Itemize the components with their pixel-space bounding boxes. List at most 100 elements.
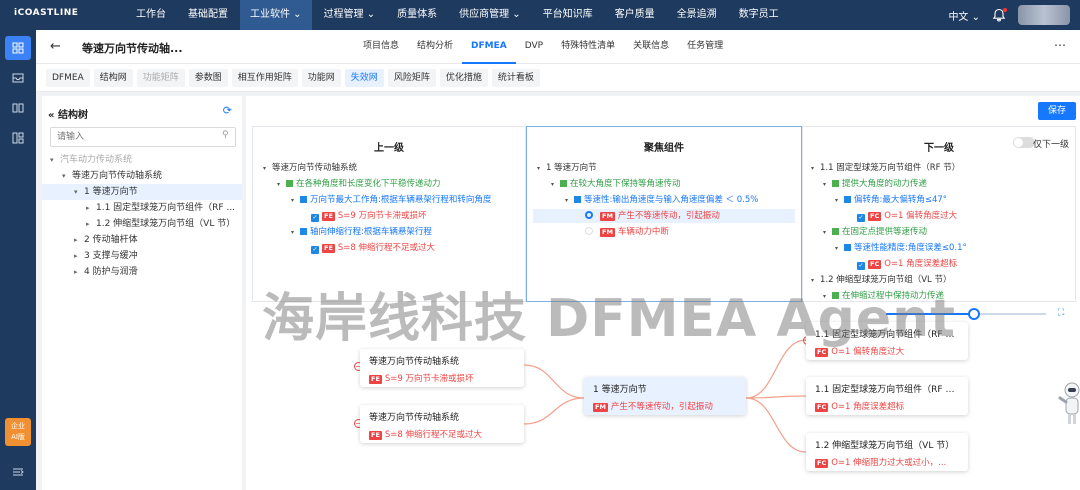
graph-card-effect-1-failure-text: S=9 万向节卡滞或损坏 xyxy=(384,374,474,384)
graph-card-cause-3-title: 1.2 伸缩型球笼万向节组（VL 节） xyxy=(815,441,955,451)
graph-card-focus-failure-text: 产生不等速传动，引起振动 xyxy=(610,402,713,412)
nav-item-base-config[interactable]: 基础配置 xyxy=(178,0,238,30)
language-select[interactable]: 中文 ⌄ xyxy=(948,8,980,23)
tab-task-management[interactable]: 任务管理 xyxy=(678,30,732,64)
collapse-panel-icon[interactable]: « xyxy=(48,110,54,121)
fe-badge: FE xyxy=(369,430,382,440)
graph-card-cause-1[interactable]: 1.1 固定型球笼万向节组件（RF 节... FC O=1 偏转角度过大 xyxy=(806,322,968,360)
caret-right-icon[interactable]: ▸ xyxy=(74,232,84,248)
caret-right-icon[interactable]: ▸ xyxy=(74,248,84,264)
graph-card-focus-mode[interactable]: 1 等速万向节 FM 产生不等速传动，引起振动 xyxy=(584,377,746,415)
tab-dfmea[interactable]: DFMEA xyxy=(462,30,516,64)
fc-badge: FC xyxy=(815,402,829,412)
subtab-parameter-diagram[interactable]: 参数图 xyxy=(188,69,228,87)
enterprise-ai-label-2: AI版 xyxy=(11,433,25,441)
graph-card-effect-1-title: 等速万向节传动轴系统 xyxy=(369,357,460,367)
sub-tabs: DFMEA 结构网 功能矩阵 参数图 相互作用矩阵 功能网 失效网 风险矩阵 优… xyxy=(46,69,540,87)
graph-card-cause-2-failure-text: O=1 角度误差超标 xyxy=(831,402,905,412)
subtab-dfmea[interactable]: DFMEA xyxy=(46,69,90,87)
robot-assistant-icon[interactable] xyxy=(1058,380,1080,430)
tree-node[interactable]: ▾ 等速万向节传动轴系统 xyxy=(42,168,242,184)
graph-card-focus-title: 1 等速万向节 xyxy=(593,385,647,395)
graph-card-cause-2-failure: FC O=1 角度误差超标 xyxy=(815,400,959,412)
subtab-interaction-matrix[interactable]: 相互作用矩阵 xyxy=(231,69,298,87)
caret-right-icon[interactable]: ▸ xyxy=(86,216,96,232)
graph-card-cause-3[interactable]: 1.2 伸缩型球笼万向节组（VL 节） FC O=1 伸缩阻力过大或过小，... xyxy=(806,433,968,471)
tab-dvp[interactable]: DVP xyxy=(516,30,552,64)
tab-special-characteristics[interactable]: 特殊特性清单 xyxy=(552,30,624,64)
tree-search-input[interactable] xyxy=(50,127,236,147)
tree-node-label: 1 等速万向节 xyxy=(84,187,138,197)
expand-menu-icon[interactable] xyxy=(12,466,24,481)
nav-item-customer-quality[interactable]: 客户质量 xyxy=(605,0,665,30)
caret-right-icon[interactable]: ▸ xyxy=(74,264,84,280)
tree-node-label: 4 防护与润滑 xyxy=(84,267,138,277)
layout-icon[interactable] xyxy=(5,126,31,150)
subtab-function-net[interactable]: 功能网 xyxy=(301,69,341,87)
nav-item-digital-employee[interactable]: 数字员工 xyxy=(729,0,789,30)
tab-project-info[interactable]: 项目信息 xyxy=(354,30,408,64)
fe-badge: FE xyxy=(369,374,382,384)
refresh-icon[interactable]: ⟳ xyxy=(223,104,232,117)
graph-card-cause-2[interactable]: 1.1 固定型球笼万向节组件（RF 节... FC O=1 角度误差超标 xyxy=(806,377,968,415)
graph-card-cause-1-failure: FC O=1 偏转角度过大 xyxy=(815,345,959,357)
caret-down-icon[interactable]: ▾ xyxy=(50,152,60,168)
graph-card-cause-1-failure-text: O=1 偏转角度过大 xyxy=(831,347,905,357)
graph-card-effect-2[interactable]: 等速万向节传动轴系统 FE S=8 伸缩行程不足或过大 xyxy=(360,405,524,443)
subtab-function-matrix[interactable]: 功能矩阵 xyxy=(136,69,185,87)
more-icon[interactable]: ⋯ xyxy=(1054,38,1066,52)
app-logo[interactable]: iCOASTLINE xyxy=(14,8,78,18)
tree-node[interactable]: ▸ 1.1 固定型球笼万向节组件（RF ... xyxy=(42,200,242,216)
tree-node-label: 等速万向节传动轴系统 xyxy=(72,171,163,181)
nav-item-process-management[interactable]: 过程管理 ⌄ xyxy=(314,0,386,30)
back-arrow-icon[interactable]: ← xyxy=(50,39,61,54)
caret-down-icon[interactable]: ▾ xyxy=(62,168,72,184)
nav-item-knowledge-base[interactable]: 平台知识库 xyxy=(533,0,603,30)
sub-tabs-bar: DFMEA 结构网 功能矩阵 参数图 相互作用矩阵 功能网 失效网 风险矩阵 优… xyxy=(36,64,1080,92)
fc-badge: FC xyxy=(815,458,829,468)
subtab-risk-matrix[interactable]: 风险矩阵 xyxy=(387,69,436,87)
graph-card-effect-1[interactable]: 等速万向节传动轴系统 FE S=9 万向节卡滞或损坏 xyxy=(360,349,524,387)
tree-node-label: 1.1 固定型球笼万向节组件（RF ... xyxy=(96,203,236,213)
subtab-failure-net[interactable]: 失效网 xyxy=(344,69,384,87)
tree-node-label: 1.2 伸缩型球笼万向节组（VL 节） xyxy=(96,219,236,229)
subtab-structure-net[interactable]: 结构网 xyxy=(93,69,133,87)
grid-icon[interactable] xyxy=(5,36,31,60)
graph-card-cause-3-failure-text: O=1 伸缩阻力过大或过小，... xyxy=(831,458,947,468)
structure-tree-title: « 结构树 xyxy=(48,106,88,121)
tab-structure-analysis[interactable]: 结构分析 xyxy=(408,30,462,64)
graph-card-effect-2-failure-text: S=8 伸缩行程不足或过大 xyxy=(384,430,483,440)
bell-icon[interactable] xyxy=(992,8,1007,22)
tree-node[interactable]: ▸ 2 传动轴杆体 xyxy=(42,232,242,248)
nav-item-quality-system[interactable]: 质量体系 xyxy=(387,0,447,30)
top-navbar: iCOASTLINE 工作台 基础配置 工业软件 ⌄ 过程管理 ⌄ 质量体系 供… xyxy=(0,0,1080,30)
enterprise-ai-button[interactable]: 企业 AI版 xyxy=(5,418,31,446)
main-tabs: 项目信息 结构分析 DFMEA DVP 特殊特性清单 关联信息 任务管理 xyxy=(354,30,732,64)
subtab-statistics-board[interactable]: 统计看板 xyxy=(491,69,540,87)
caret-down-icon[interactable]: ▾ xyxy=(74,184,84,200)
tree-node[interactable]: ▸ 4 防护与润滑 xyxy=(42,264,242,280)
nav-item-industrial-software[interactable]: 工业软件 ⌄ xyxy=(240,0,312,30)
book-icon[interactable] xyxy=(5,96,31,120)
caret-right-icon[interactable]: ▸ xyxy=(86,200,96,216)
fc-badge: FC xyxy=(815,347,829,357)
subtab-optimization[interactable]: 优化措施 xyxy=(439,69,488,87)
structure-tree: ▾ 汽车动力传动系统 ▾ 等速万向节传动轴系统 ▾ 1 等速万向节 ▸ 1.1 固定型球笼万向… xyxy=(42,152,242,280)
nav-item-workbench[interactable]: 工作台 xyxy=(126,0,176,30)
tree-node[interactable]: ▾ 1 等速万向节 xyxy=(42,184,242,200)
search-icon[interactable]: ⚲ xyxy=(222,130,229,140)
nav-item-supplier-management[interactable]: 供应商管理 ⌄ xyxy=(449,0,531,30)
enterprise-ai-label-1: 企业 xyxy=(11,422,25,430)
tree-node-label: 汽车动力传动系统 xyxy=(60,155,133,165)
tab-related-info[interactable]: 关联信息 xyxy=(624,30,678,64)
graph-card-cause-1-title: 1.1 固定型球笼万向节组件（RF 节... xyxy=(815,330,959,340)
inbox-icon[interactable] xyxy=(5,66,31,90)
tree-node[interactable]: ▸ 3 支撑与缓冲 xyxy=(42,248,242,264)
tree-node[interactable]: ▾ 汽车动力传动系统 xyxy=(42,152,242,168)
tree-node[interactable]: ▸ 1.2 伸缩型球笼万向节组（VL 节） xyxy=(42,216,242,232)
graph-card-cause-2-title: 1.1 固定型球笼万向节组件（RF 节... xyxy=(815,385,959,395)
nav-item-traceability[interactable]: 全景追溯 xyxy=(667,0,727,30)
structure-tree-title-text: 结构树 xyxy=(57,110,88,121)
avatar[interactable] xyxy=(1018,5,1070,25)
structure-tree-panel: « 结构树 ⟳ ⚲ ▾汽车动力传动系统▾等速万向节传动轴系统▾1 等速万向节▸1… xyxy=(42,96,242,490)
